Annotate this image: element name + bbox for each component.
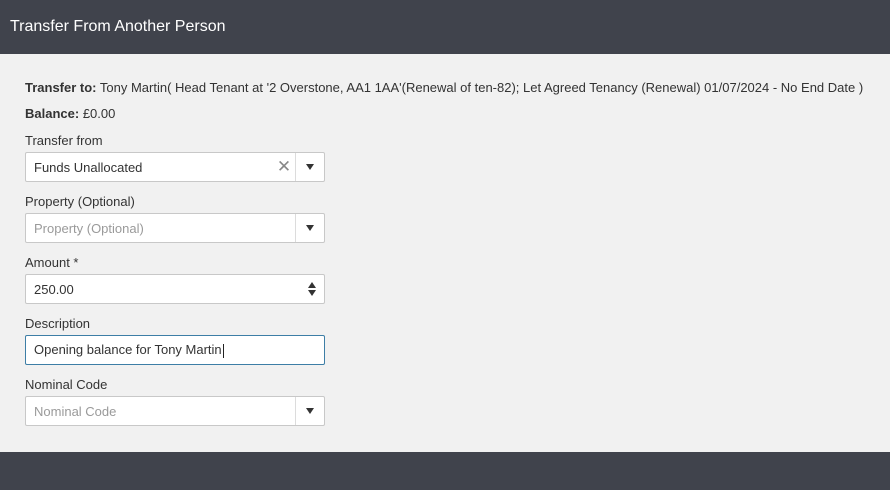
dialog-header: Transfer From Another Person [0,0,890,54]
chevron-down-icon [306,225,314,231]
transfer-to-value: Tony Martin( Head Tenant at '2 Overstone… [99,80,864,95]
amount-stepper[interactable] [300,275,324,303]
chevron-down-icon [306,164,314,170]
nominal-code-placeholder: Nominal Code [34,403,117,419]
description-text: Opening balance for Tony Martin [26,342,324,358]
description-label: Description [25,316,91,331]
clear-icon[interactable]: ✕ [273,153,295,181]
balance-line: Balance: £0.00 [25,106,115,121]
dialog-body: Transfer to: Tony Martin( Head Tenant at… [0,54,890,452]
nominal-code-label: Nominal Code [25,377,108,392]
nominal-code-select[interactable]: Nominal Code [25,396,325,426]
property-dropdown-toggle[interactable] [295,214,324,242]
transfer-from-dropdown-toggle[interactable] [295,153,324,181]
transfer-from-select[interactable]: Funds Unallocated ✕ [25,152,325,182]
stepper-down-icon[interactable] [308,290,316,296]
transfer-to-line: Transfer to: Tony Martin( Head Tenant at… [25,80,863,95]
transfer-to-label: Transfer to: [25,80,97,95]
dialog-footer [0,452,890,490]
description-input[interactable]: Opening balance for Tony Martin [25,335,325,365]
text-cursor [222,343,224,358]
balance-value: £0.00 [82,106,116,121]
property-select[interactable]: Property (Optional) [25,213,325,243]
transfer-from-value: Funds Unallocated [34,159,143,175]
amount-input[interactable]: 250.00 [25,274,325,304]
chevron-down-icon [306,408,314,414]
property-placeholder: Property (Optional) [34,220,144,236]
amount-value: 250.00 [34,281,74,297]
balance-label: Balance: [25,106,80,121]
dialog-title: Transfer From Another Person [10,18,226,35]
description-value: Opening balance for Tony Martin [34,342,222,358]
stepper-up-icon[interactable] [308,282,316,288]
transfer-from-label: Transfer from [25,133,103,148]
nominal-code-dropdown-toggle[interactable] [295,397,324,425]
amount-label: Amount * [25,255,79,270]
property-label: Property (Optional) [25,194,135,209]
